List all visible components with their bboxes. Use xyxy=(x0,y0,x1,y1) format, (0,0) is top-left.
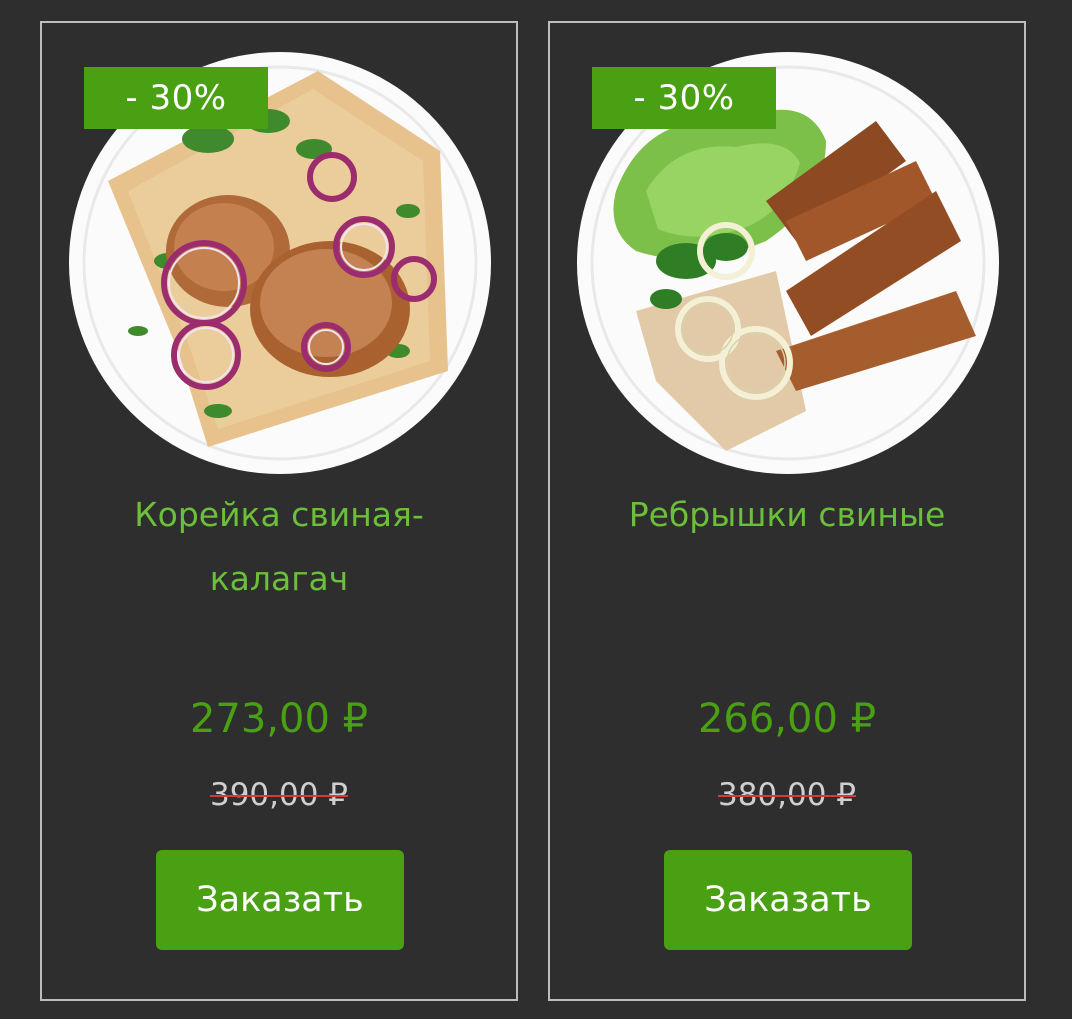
old-price-value: 390,00 ₽ xyxy=(209,777,349,813)
order-button[interactable]: Заказать xyxy=(664,850,912,950)
old-price: 390,00 ₽ xyxy=(42,773,516,817)
product-card[interactable]: - 30% Корейка свиная- калагач 273,00 ₽ 3… xyxy=(40,21,518,1001)
product-title-line[interactable]: Корейка свиная- xyxy=(134,495,424,534)
current-price: 266,00 ₽ xyxy=(697,696,877,742)
old-price-value: 380,00 ₽ xyxy=(717,777,857,813)
product-title[interactable]: Корейка свиная- калагач xyxy=(62,483,496,611)
product-card[interactable]: - 30% Ребрышки свиные 266,00 ₽ 380,00 ₽ … xyxy=(548,21,1026,1001)
product-title-line[interactable]: калагач xyxy=(210,559,349,598)
discount-badge: - 30% xyxy=(592,67,776,129)
current-price: 273,00 ₽ xyxy=(189,696,369,742)
old-price: 380,00 ₽ xyxy=(550,773,1024,817)
product-title-line[interactable]: Ребрышки свиные xyxy=(629,495,946,534)
product-title[interactable]: Ребрышки свиные xyxy=(570,483,1004,547)
discount-badge: - 30% xyxy=(84,67,268,129)
order-button[interactable]: Заказать xyxy=(156,850,404,950)
